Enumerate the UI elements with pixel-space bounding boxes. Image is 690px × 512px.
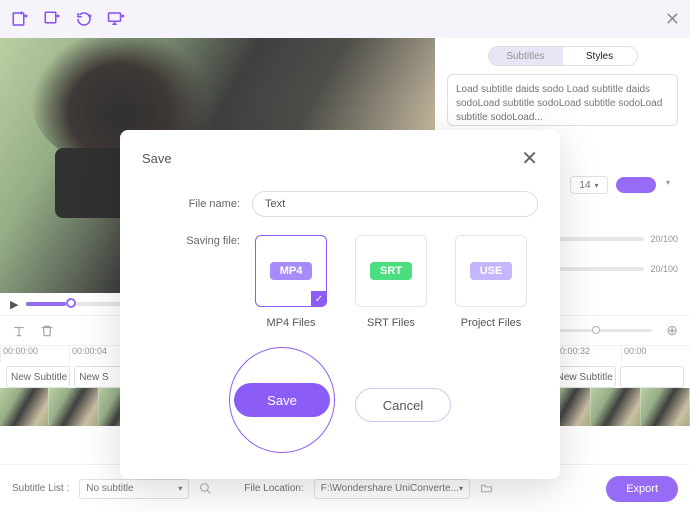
saving-file-label: Saving file:: [142, 235, 252, 247]
dialog-title: Save: [142, 151, 172, 166]
file-name-label: File name:: [142, 198, 252, 210]
save-dialog: Save ✕ File name: Saving file: MP4 MP4 F…: [120, 130, 560, 479]
save-button[interactable]: Save: [234, 383, 330, 417]
file-type-mp4[interactable]: MP4 MP4 Files: [252, 235, 330, 329]
cancel-button[interactable]: Cancel: [355, 388, 451, 422]
file-type-label: MP4 Files: [267, 317, 316, 329]
save-button-highlight: Save: [229, 347, 335, 453]
file-name-input[interactable]: [252, 191, 538, 217]
file-type-label: SRT Files: [367, 317, 415, 329]
close-icon[interactable]: ✕: [521, 146, 538, 171]
file-type-label: Project Files: [461, 317, 522, 329]
use-badge: USE: [470, 262, 513, 280]
mp4-badge: MP4: [270, 262, 313, 280]
file-type-project[interactable]: USE Project Files: [452, 235, 530, 329]
file-type-srt[interactable]: SRT SRT Files: [352, 235, 430, 329]
srt-badge: SRT: [370, 262, 412, 280]
